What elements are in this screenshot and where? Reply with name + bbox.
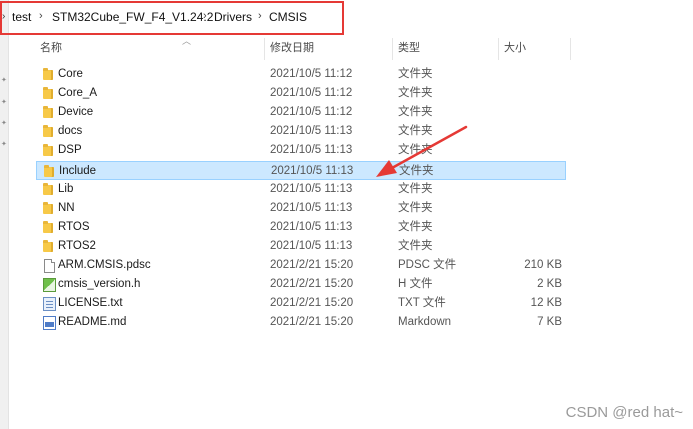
annotation-arrow-head (376, 160, 397, 177)
annotation-arrow-shaft (390, 125, 468, 170)
annotation-arrow (376, 125, 468, 177)
watermark: CSDN @red hat~ (565, 404, 683, 421)
